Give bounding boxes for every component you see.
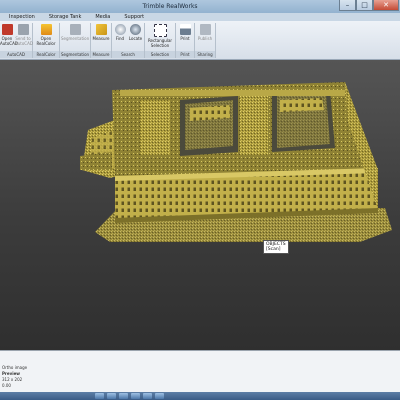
ribbon-toolbar: Open AutoCAD Send to AutoCAD AutoCAD Ope… — [0, 21, 400, 60]
taskbar — [0, 392, 400, 400]
open-autocad-button[interactable]: Open AutoCAD — [0, 24, 18, 46]
media-icon[interactable] — [119, 393, 128, 399]
find-button[interactable]: Find — [113, 24, 127, 41]
window-controls: – □ ✕ — [339, 0, 399, 11]
open-realcolor-button[interactable]: Open RealColor — [35, 24, 57, 46]
ie-icon[interactable] — [95, 393, 104, 399]
realcolor-icon — [40, 24, 52, 35]
group-segmentation: Segmentation Segmentation — [60, 23, 91, 58]
value-readout: 0.00 — [2, 383, 11, 388]
autocad-icon — [1, 24, 13, 35]
locate-button[interactable]: Locate — [128, 24, 143, 41]
printer-icon — [179, 24, 191, 35]
measure-button[interactable]: Measure — [92, 24, 110, 41]
menu-media[interactable]: Media — [95, 14, 110, 20]
3d-viewport[interactable]: OBJECTS [Scan] — [0, 60, 400, 350]
publish-button[interactable]: Publish — [196, 24, 214, 41]
segmentation-icon — [69, 24, 81, 35]
send-to-autocad-button[interactable]: Send to AutoCAD — [15, 24, 33, 46]
group-sharing: Publish Sharing — [195, 23, 216, 58]
menu-support[interactable]: Support — [124, 14, 144, 20]
binoculars-icon — [114, 24, 126, 35]
ortho-image-label: Ortho image — [2, 365, 28, 370]
app-icon[interactable] — [143, 393, 152, 399]
app-icon[interactable] — [155, 393, 164, 399]
group-autocad: Open AutoCAD Send to AutoCAD AutoCAD — [0, 23, 33, 58]
segmentation-button[interactable]: Segmentation — [61, 24, 89, 41]
folder-icon[interactable] — [107, 393, 116, 399]
hover-tooltip: OBJECTS [Scan] — [263, 240, 289, 254]
point-cloud-model[interactable] — [0, 60, 400, 350]
menu-storage-tank[interactable]: Storage Tank — [49, 14, 82, 20]
group-print: Print Print — [176, 23, 195, 58]
group-realcolor: Open RealColor RealColor — [33, 23, 60, 58]
group-search: Find Locate Search — [112, 23, 145, 58]
maximize-button[interactable]: □ — [356, 0, 373, 11]
ruler-icon — [95, 24, 107, 35]
title-bar: Trimble RealWorks – □ ✕ — [0, 0, 400, 13]
app-icon[interactable] — [131, 393, 140, 399]
rectangular-selection-button[interactable]: Rectangular Selection — [146, 24, 174, 48]
menu-bar: Inspection Storage Tank Media Support — [0, 13, 400, 21]
group-measure: Measure Measure — [91, 23, 112, 58]
minimize-button[interactable]: – — [339, 0, 356, 11]
preview-label: Preview — [2, 371, 21, 376]
menu-inspection[interactable]: Inspection — [9, 14, 35, 20]
group-selection: Rectangular Selection Selection — [145, 23, 176, 58]
locate-icon — [130, 24, 141, 35]
send-icon — [17, 24, 29, 35]
publish-icon — [199, 24, 211, 35]
close-button[interactable]: ✕ — [373, 0, 399, 11]
bottom-panel: Ortho image Preview 312 x 202 0.00 — [0, 350, 400, 393]
window-title: Trimble RealWorks — [142, 3, 198, 10]
print-button[interactable]: Print — [177, 24, 193, 41]
rectangle-select-icon — [153, 24, 167, 37]
size-value: 312 x 202 — [2, 377, 23, 382]
